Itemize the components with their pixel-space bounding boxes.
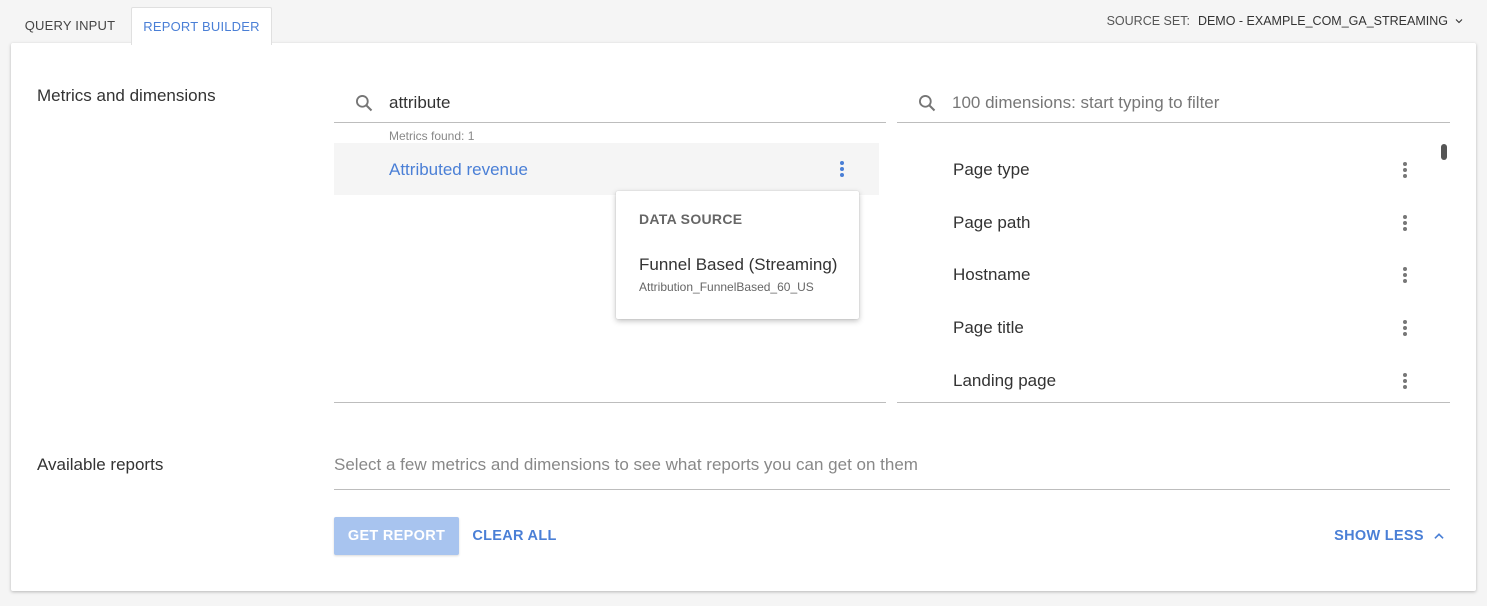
dimensions-scrollbar[interactable]	[1441, 144, 1447, 160]
divider	[334, 489, 1450, 490]
dimensions-list[interactable]: Page type Page path Hostname Page title …	[897, 124, 1450, 403]
data-source-name: Funnel Based (Streaming)	[639, 255, 838, 274]
data-source-id: Attribution_FunnelBased_60_US	[639, 280, 814, 294]
source-set-value: DEMO - EXAMPLE_COM_GA_STREAMING	[1197, 14, 1448, 28]
more-vert-icon[interactable]	[1397, 371, 1413, 391]
get-report-button[interactable]: GET REPORT	[334, 517, 459, 555]
metric-search	[334, 83, 886, 123]
dimension-item-hostname[interactable]: Hostname	[897, 249, 1437, 301]
dimension-item-label: Page title	[953, 318, 1024, 337]
data-source-popup: DATA SOURCE Funnel Based (Streaming) Att…	[616, 191, 859, 319]
chevron-up-icon	[1434, 533, 1444, 539]
dimension-item-page-path[interactable]: Page path	[897, 197, 1437, 249]
dimension-item-label: Landing page	[953, 371, 1057, 390]
search-icon	[919, 95, 936, 112]
dimension-search-input[interactable]	[952, 89, 1432, 117]
available-reports-label: Available reports	[37, 455, 164, 474]
show-less-label: SHOW LESS	[1334, 528, 1424, 544]
dimension-item-label: Page path	[953, 213, 1031, 232]
more-vert-icon[interactable]	[1397, 160, 1413, 180]
source-set-label: SOURCE SET:	[1106, 14, 1190, 28]
dimension-item-label: Hostname	[953, 265, 1031, 284]
dimension-search	[897, 83, 1450, 123]
metrics-dimensions-label: Metrics and dimensions	[37, 86, 216, 105]
dimension-item-page-type[interactable]: Page type	[897, 144, 1437, 196]
metric-item-attributed-revenue[interactable]: Attributed revenue	[334, 143, 879, 195]
source-set-selector[interactable]: SOURCE SET: DEMO - EXAMPLE_COM_GA_STREAM…	[1107, 14, 1465, 28]
metric-search-input[interactable]	[389, 89, 869, 117]
tab-query-input[interactable]: QUERY INPUT	[12, 7, 128, 44]
clear-all-button[interactable]: CLEAR ALL	[467, 517, 562, 555]
show-less-button[interactable]: SHOW LESS	[1329, 517, 1451, 555]
dimension-item-label: Page type	[953, 160, 1030, 179]
metrics-found-count: Metrics found: 1	[389, 129, 475, 143]
search-icon	[356, 95, 373, 112]
report-builder-card: Metrics and dimensions Metrics found: 1 …	[11, 43, 1476, 591]
dimension-item-landing-page[interactable]: Landing page	[897, 355, 1437, 402]
more-vert-icon[interactable]	[1397, 318, 1413, 338]
tab-bar: QUERY INPUT REPORT BUILDER SOURCE SET: D…	[0, 0, 1487, 45]
popup-title: DATA SOURCE	[639, 211, 743, 227]
dimension-item-page-title[interactable]: Page title	[897, 302, 1437, 354]
more-vert-icon[interactable]	[1397, 265, 1413, 285]
more-vert-icon[interactable]	[1397, 213, 1413, 233]
chevron-down-icon	[1455, 19, 1463, 24]
tab-report-builder[interactable]: REPORT BUILDER	[131, 7, 272, 45]
available-reports-hint: Select a few metrics and dimensions to s…	[334, 455, 918, 474]
more-vert-icon[interactable]	[834, 159, 850, 179]
metric-item-label: Attributed revenue	[389, 160, 528, 179]
